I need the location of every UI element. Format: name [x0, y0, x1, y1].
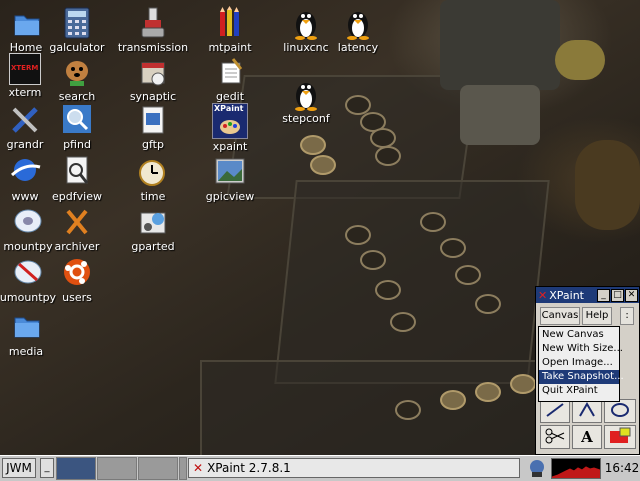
penguin-icon: [341, 6, 375, 40]
wallpaper-machine: [575, 140, 640, 230]
users-icon: [60, 256, 94, 290]
desktop-icon-transmission[interactable]: transmission: [111, 6, 195, 54]
desktop-icon-gparted[interactable]: gparted: [111, 205, 195, 253]
desktop-icon-label: media: [8, 345, 44, 358]
dog-search-icon: [60, 55, 94, 89]
clock-icon: [136, 155, 170, 189]
fill-tool[interactable]: [604, 425, 636, 449]
wallpaper-plate: [274, 180, 550, 384]
desktop-icon-label: epdfview: [52, 190, 102, 203]
torrent-icon: [136, 6, 170, 40]
desktop-icon-label: search: [58, 90, 96, 103]
desktop-background: Home galculator transmission mtpaint lin…: [0, 0, 640, 455]
pager-desktop-2[interactable]: [97, 457, 137, 480]
canvas-menu-dropdown: New Canvas New With Size... Open Image..…: [538, 326, 624, 402]
magnifier-icon: [60, 103, 94, 137]
desktop-icon-latency[interactable]: latency: [316, 6, 400, 54]
menu-item-new-with-size[interactable]: New With Size...: [539, 342, 623, 356]
image-viewer-icon: [213, 155, 247, 189]
desktop-icon-archiver[interactable]: archiver: [35, 205, 119, 253]
menu-item-quit-xpaint[interactable]: Quit XPaint: [539, 384, 619, 398]
menu-item-open-image[interactable]: Open Image...: [539, 356, 619, 370]
desktop-icon-users[interactable]: users: [35, 256, 119, 304]
wallpaper-plate: [200, 360, 544, 455]
taskbar-task-label: XPaint 2.7.8.1: [207, 461, 291, 475]
ftp-icon: [136, 103, 170, 137]
minimize-button[interactable]: _: [597, 288, 610, 302]
desktop-icon-label: gftp: [142, 138, 164, 151]
menu-extra-button[interactable]: :: [620, 307, 634, 325]
pager-desktop-1[interactable]: [56, 457, 96, 480]
archive-icon: [60, 205, 94, 239]
desktop-icon-label: synaptic: [129, 90, 177, 103]
pager-desktop-4[interactable]: [179, 457, 187, 480]
desktop-icon-galculator[interactable]: galculator: [35, 6, 119, 54]
taskbar-task-xpaint[interactable]: ✕ XPaint 2.7.8.1: [188, 458, 520, 478]
line-tool[interactable]: [540, 399, 570, 423]
menu-item-take-snapshot[interactable]: Take Snapshot...: [539, 370, 624, 384]
scissors-tool[interactable]: [540, 425, 570, 449]
desktop-icon-mtpaint[interactable]: mtpaint: [188, 6, 272, 54]
desktop-icon-label: time: [140, 190, 166, 203]
partition-icon: [136, 205, 170, 239]
help-menu-button[interactable]: Help: [582, 307, 612, 325]
desktop-icon-synaptic[interactable]: synaptic: [111, 55, 195, 103]
desktop-icon-label: pfind: [63, 138, 91, 151]
curve-tool[interactable]: [572, 399, 602, 423]
desktop-icon-label: archiver: [54, 240, 100, 253]
folder-icon: [9, 310, 43, 344]
pdf-viewer-icon: [60, 155, 94, 189]
xpaint-app-icon: ✕: [193, 461, 204, 475]
menu-item-new-canvas[interactable]: New Canvas: [539, 328, 619, 342]
desktop-icon-label: latency: [337, 41, 379, 54]
canvas-menu-button[interactable]: Canvas: [540, 307, 580, 325]
penguin-icon: [289, 77, 323, 111]
jwm-menu-button[interactable]: JWM: [2, 458, 36, 478]
xpaint-title-x-icon: ✕: [538, 288, 548, 302]
desktop-icon-epdfview[interactable]: epdfview: [35, 155, 119, 203]
pencils-icon: [213, 6, 247, 40]
wallpaper-machine: [555, 40, 605, 80]
desktop-icon-xpaint[interactable]: XPaint xpaint: [188, 103, 272, 153]
oval-tool[interactable]: [604, 399, 636, 423]
desktop-icon-label: gpicview: [205, 190, 255, 203]
desktop-icon-pfind[interactable]: pfind: [35, 103, 119, 151]
taskbar: JWM _ ✕ XPaint 2.7.8.1 16:42: [0, 455, 640, 481]
calculator-icon: [60, 6, 94, 40]
desktop-icon-stepconf[interactable]: stepconf: [264, 77, 348, 125]
desktop-icon-time[interactable]: time: [111, 155, 195, 203]
desktop-icon-label: users: [62, 291, 92, 304]
desktop-icon-search[interactable]: search: [35, 55, 119, 103]
desktop-icon-gpicview[interactable]: gpicview: [188, 155, 272, 203]
wallpaper-machine: [440, 0, 560, 90]
xpaint-title: XPaint: [549, 288, 584, 302]
desktop-icon-label: gedit: [215, 90, 245, 103]
package-icon: [136, 55, 170, 89]
notepad-icon: [213, 55, 247, 89]
desktop-icon-label: transmission: [117, 41, 189, 54]
maximize-button[interactable]: □: [611, 288, 624, 302]
cpu-load-graph: [551, 458, 601, 479]
network-icon[interactable]: [528, 458, 546, 478]
pager-desktop-3[interactable]: [138, 457, 178, 480]
wallpaper-machine: [460, 85, 540, 145]
xpaint-titlebar[interactable]: ✕ XPaint _ □ ✕: [536, 287, 639, 303]
desktop-icon-label: gparted: [131, 240, 175, 253]
taskbar-clock[interactable]: 16:42: [604, 458, 640, 478]
close-button[interactable]: ✕: [625, 288, 638, 302]
desktop-icon-gedit[interactable]: gedit: [188, 55, 272, 103]
desktop-icon-label: xpaint: [212, 140, 248, 153]
desktop-icon-label: mtpaint: [208, 41, 252, 54]
palette-icon: XPaint: [212, 103, 248, 139]
text-tool[interactable]: A: [572, 425, 602, 449]
desktop-icon-media[interactable]: media: [0, 310, 68, 358]
desktop-icon-gftp[interactable]: gftp: [111, 103, 195, 151]
show-desktop-button[interactable]: _: [40, 458, 54, 478]
desktop-icon-label: stepconf: [282, 112, 330, 125]
